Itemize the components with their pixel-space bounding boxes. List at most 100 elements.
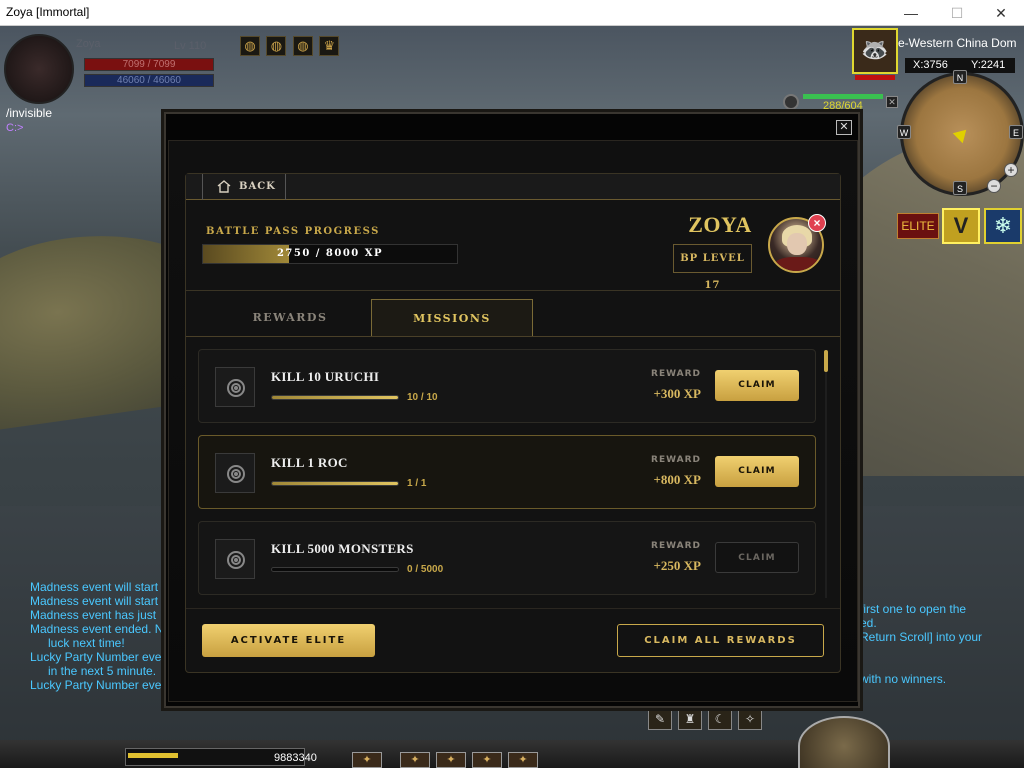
divider [186,290,840,291]
skill-slot[interactable]: ✦ [508,752,538,768]
chat-line: Lucky Party Number eve [30,650,162,664]
chat-line: Madness event will start [30,580,159,594]
tab-rewards[interactable]: REWARDS [210,300,370,336]
minimize-button[interactable]: — [888,0,934,26]
mission-progress-bar [271,567,399,572]
chat-line: Madness event will start [30,594,159,608]
chat-line: Madness event ended. N [30,622,164,636]
zoom-out-button[interactable]: − [987,179,1001,193]
chat-line: in the next 5 minute. [48,664,157,678]
chat-line: Lucky Party Number eve [30,678,162,692]
boomerang-item-icon[interactable]: ☾ [708,708,732,730]
system-line: ed. [860,616,877,630]
mission-progress-fill [272,396,398,399]
bp-progress-bar: 2750 / 8000 XP [202,244,458,264]
target-hp-fill [803,94,883,99]
skill-slot[interactable]: ✦ [352,752,382,768]
pet-portrait-icon[interactable]: 🦝 [852,28,898,74]
reward-label: REWARD [651,541,701,551]
mission-progress-text: 0 / 5000 [407,564,444,575]
back-label: BACK [239,181,276,192]
scrollbar-track[interactable] [825,372,827,598]
mission-title: KILL 10 URUCHI [271,369,380,384]
compass-east: E [1009,125,1023,139]
target-close-icon[interactable]: ✕ [886,96,898,108]
avatar-close-icon[interactable]: × [808,214,826,232]
system-messages: first one to open the ed. Return Scroll]… [860,602,982,686]
snowflake-icon[interactable]: ❄ [984,208,1022,244]
reward-value: +250 XP [653,558,702,573]
menu-orb[interactable] [798,716,890,768]
skill-slot[interactable]: ✦ [436,752,466,768]
reward-label: REWARD [651,369,701,379]
target-hp-text: 288/604 [823,100,863,112]
armor-item-icon[interactable]: ♜ [678,708,702,730]
elite-badge-icon[interactable]: ELITE [897,213,939,239]
claim-button-disabled[interactable]: CLAIM [715,542,799,573]
ring-buff-icon[interactable]: ◍ [240,36,260,56]
target-icon [215,539,255,579]
zone-name: e-Western China Dom [898,36,1017,50]
player-level: Lv 110 [174,40,207,52]
chat-line: luck next time! [48,636,125,650]
reward-value: +800 XP [653,472,702,487]
chat-log: Madness event will start Madness event w… [30,580,163,692]
player-frame: Zoya Lv 110 7099 / 7099 46060 / 46060 [4,30,216,104]
target-bar: 288/604 ✕ [783,92,899,112]
home-icon [217,180,231,193]
ring-buff-icon[interactable]: ◍ [266,36,287,56]
system-line [860,658,982,672]
mission-progress-text: 1 / 1 [407,478,427,489]
mission-title: KILL 5000 MONSTERS [271,541,414,556]
mission-progress-text: 10 / 10 [407,392,438,403]
vip-icon[interactable]: V [942,208,980,244]
system-line: with no winners. [860,672,947,686]
target-icon [215,453,255,493]
mission-title: KILL 1 ROC [271,455,348,470]
back-button[interactable]: BACK [202,174,286,200]
mission-progress-bar [271,481,399,486]
window-titlebar: Zoya [Immortal] — ☐ ✕ [0,0,1024,26]
reward-label: REWARD [651,455,701,465]
chat-command-text: /invisible [6,106,53,120]
player-name: Zoya [76,38,101,50]
skill-item-icon[interactable]: ✧ [738,708,762,730]
modal-close-icon[interactable]: ✕ [836,120,852,135]
player-portrait[interactable] [4,34,74,104]
tab-missions[interactable]: MISSIONS [371,299,533,337]
claim-button[interactable]: CLAIM [715,456,799,487]
claim-all-rewards-button[interactable]: CLAIM ALL REWARDS [617,624,824,657]
mission-progress-bar [271,395,399,400]
compass-west: W [897,125,911,139]
scrollbar-thumb[interactable] [824,350,828,372]
maximize-button[interactable]: ☐ [934,0,980,26]
gold-amount: 9883340 [274,752,317,764]
buff-bar: ◍ ◍ ◍ ♛ [240,36,341,56]
system-line: Return Scroll] into your [860,630,983,644]
bp-progress-text: 2750 / 8000 XP [276,248,384,259]
zoom-in-button[interactable]: + [1004,163,1018,177]
close-window-button[interactable]: ✕ [978,0,1024,26]
bp-level-badge: BP LEVEL 17 [673,244,752,291]
exp-fill [128,753,178,758]
skill-slot[interactable]: ✦ [472,752,502,768]
mp-bar: 46060 / 46060 [84,74,214,87]
activate-elite-button[interactable]: ACTIVATE ELITE [202,624,375,657]
bp-progress-label: BATTLE PASS PROGRESS [206,226,380,237]
mission-card: KILL 5000 MONSTERS 0 / 5000 REWARD +250 … [198,521,816,595]
tab-underline [186,336,840,337]
hp-bar: 7099 / 7099 [84,58,214,71]
target-gear-icon[interactable] [783,94,799,110]
crown-buff-icon[interactable]: ♛ [319,36,340,56]
system-line: first one to open the [860,602,967,616]
target-icon [215,367,255,407]
coord-y: Y:2241 [971,59,1006,71]
chat-prompt[interactable]: C:> [6,122,23,134]
coord-x: X:3756 [913,59,948,71]
claim-button[interactable]: CLAIM [715,370,799,401]
ring-buff-icon[interactable]: ◍ [292,36,313,56]
skill-slot[interactable]: ✦ [400,752,430,768]
avatar-face [787,233,807,255]
avatar-armor [774,257,822,271]
scroll-item-icon[interactable]: ✎ [648,708,672,730]
